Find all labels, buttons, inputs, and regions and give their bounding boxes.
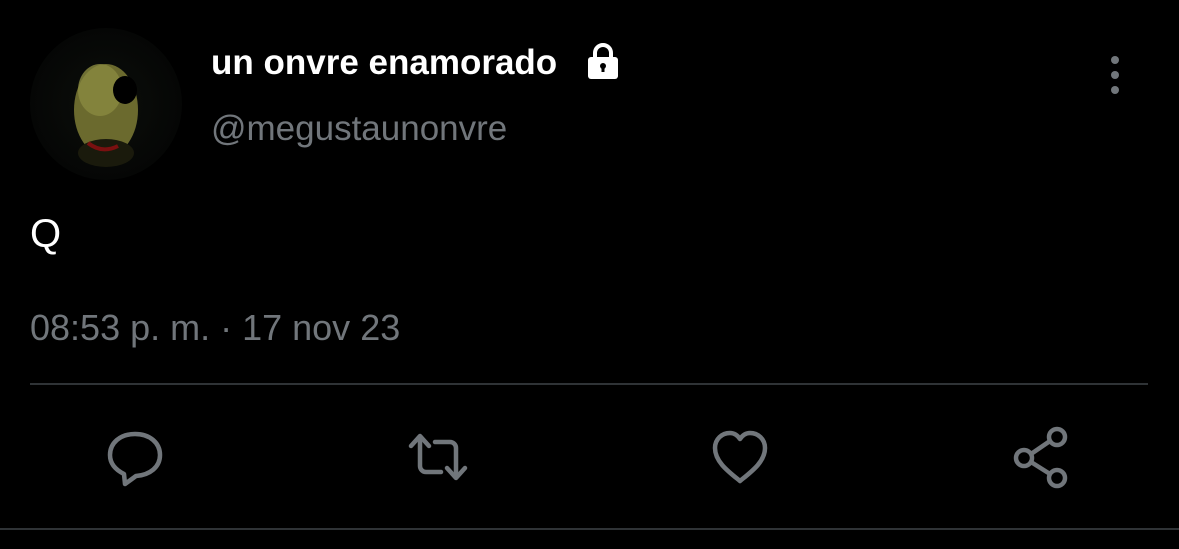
tweet-detail: un onvre enamorado @megustaunonvre Q 08:… (0, 0, 1179, 549)
lock-icon (584, 42, 622, 80)
tweet-timestamp[interactable]: 08:53 p. m. · 17 nov 23 (30, 306, 400, 350)
display-name[interactable]: un onvre enamorado (211, 42, 557, 84)
user-handle[interactable]: @megustaunonvre (211, 108, 507, 150)
divider (0, 528, 1179, 530)
like-button[interactable] (707, 424, 773, 490)
more-options-button[interactable] (1096, 52, 1134, 98)
divider (30, 383, 1148, 385)
more-vertical-icon (1111, 56, 1119, 94)
share-icon (1013, 426, 1068, 489)
heart-icon (712, 430, 768, 484)
avatar[interactable] (30, 28, 182, 180)
share-button[interactable] (1010, 424, 1076, 490)
retweet-button[interactable] (405, 424, 471, 490)
tweet-text: Q (30, 212, 62, 256)
avatar-image (74, 64, 138, 167)
retweet-icon (408, 433, 468, 481)
reply-button[interactable] (102, 424, 168, 490)
reply-bubble-icon (107, 431, 163, 487)
